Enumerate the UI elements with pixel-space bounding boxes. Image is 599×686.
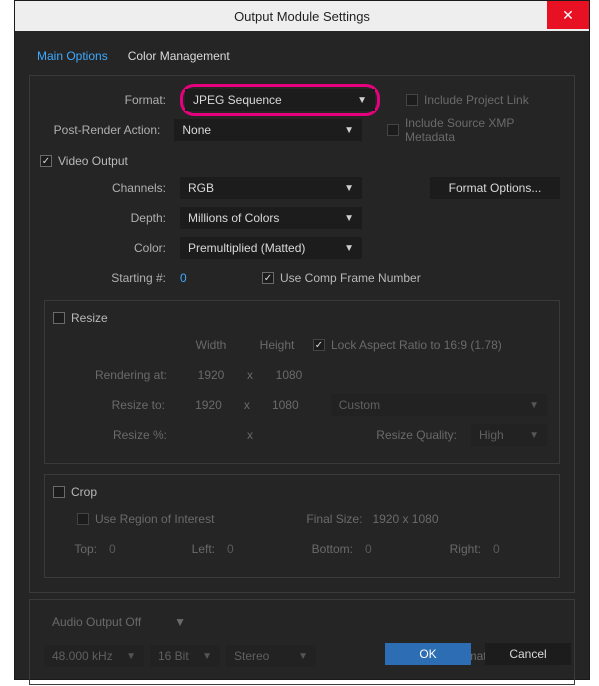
audio-rate-dropdown: 48.000 kHz ▼ [44, 645, 144, 667]
starting-number-label: Starting #: [44, 271, 174, 285]
starting-number-value[interactable]: 0 [180, 271, 220, 285]
crop-bottom-value: 0 [365, 542, 405, 556]
final-size-label: Final Size: [306, 512, 362, 526]
tab-bar: Main Options Color Management [15, 31, 589, 69]
resize-to-height: 1080 [256, 398, 315, 412]
chevron-down-icon: ▼ [344, 213, 354, 224]
tab-main-options[interactable]: Main Options [37, 49, 108, 69]
chevron-down-icon: ▼ [357, 95, 367, 106]
post-render-dropdown[interactable]: None ▼ [174, 119, 362, 141]
post-render-value: None [182, 123, 211, 137]
height-header: Height [247, 338, 307, 352]
close-icon: ✕ [562, 7, 574, 24]
resize-to-label: Resize to: [57, 398, 173, 412]
width-header: Width [181, 338, 241, 352]
crop-bottom-label: Bottom: [273, 542, 353, 556]
audio-channels-dropdown: Stereo ▼ [226, 645, 316, 667]
video-output-label: Video Output [58, 154, 128, 168]
audio-output-dropdown[interactable]: Audio Output Off ▼ [44, 611, 194, 633]
resize-custom-dropdown: Custom ▼ [331, 394, 547, 416]
color-label: Color: [44, 241, 174, 255]
ok-button[interactable]: OK [385, 643, 471, 665]
output-module-dialog: Output Module Settings ✕ Main Options Co… [14, 0, 590, 680]
resize-label: Resize [71, 311, 108, 325]
main-panel: Format: JPEG Sequence ▼ Include Project … [29, 75, 575, 593]
use-roi-label: Use Region of Interest [95, 512, 214, 526]
use-roi-checkbox [77, 513, 89, 525]
use-comp-frame-checkbox[interactable] [262, 272, 274, 284]
include-project-link-label: Include Project Link [424, 93, 529, 107]
depth-dropdown[interactable]: Millions of Colors ▼ [180, 207, 362, 229]
resize-pct-label: Resize %: [57, 428, 175, 442]
crop-left-label: Left: [155, 542, 215, 556]
audio-panel: Audio Output Off ▼ 48.000 kHz ▼ 16 Bit ▼… [29, 599, 575, 685]
channels-value: RGB [188, 181, 214, 195]
video-output-checkbox[interactable] [40, 155, 52, 167]
use-comp-frame-label: Use Comp Frame Number [280, 271, 421, 285]
crop-right-label: Right: [411, 542, 481, 556]
chevron-down-icon: ▼ [174, 615, 186, 629]
color-value: Premultiplied (Matted) [188, 241, 305, 255]
resize-quality-dropdown: High ▼ [471, 424, 547, 446]
format-label: Format: [44, 93, 174, 107]
chevron-down-icon: ▼ [202, 651, 212, 662]
include-xmp-checkbox [387, 124, 399, 136]
tab-color-management[interactable]: Color Management [128, 49, 230, 69]
crop-left-value: 0 [227, 542, 267, 556]
crop-top-label: Top: [57, 542, 97, 556]
chevron-down-icon: ▼ [298, 651, 308, 662]
format-dropdown[interactable]: JPEG Sequence ▼ [185, 89, 375, 111]
depth-value: Millions of Colors [188, 211, 279, 225]
chevron-down-icon: ▼ [126, 651, 136, 662]
rendering-at-height: 1080 [259, 368, 319, 382]
resize-group: Resize Width Height Lock Aspect Ratio to… [44, 300, 560, 464]
crop-top-value: 0 [109, 542, 149, 556]
chevron-down-icon: ▼ [529, 430, 539, 441]
include-project-link-checkbox [406, 94, 418, 106]
resize-checkbox[interactable] [53, 312, 65, 324]
crop-right-value: 0 [493, 542, 500, 556]
color-dropdown[interactable]: Premultiplied (Matted) ▼ [180, 237, 362, 259]
crop-checkbox[interactable] [53, 486, 65, 498]
final-size-value: 1920 x 1080 [372, 512, 438, 526]
post-render-label: Post-Render Action: [44, 123, 168, 137]
window-titlebar: Output Module Settings ✕ [15, 1, 589, 31]
lock-aspect-checkbox [313, 339, 325, 351]
chevron-down-icon: ▼ [529, 400, 539, 411]
close-button[interactable]: ✕ [547, 1, 589, 29]
format-value: JPEG Sequence [193, 93, 282, 107]
audio-bit-dropdown: 16 Bit ▼ [150, 645, 220, 667]
crop-group: Crop Use Region of Interest Final Size: … [44, 474, 560, 578]
window-title: Output Module Settings [234, 9, 370, 24]
channels-label: Channels: [44, 181, 174, 195]
cancel-button[interactable]: Cancel [485, 643, 571, 665]
resize-quality-label: Resize Quality: [376, 428, 457, 442]
channels-dropdown[interactable]: RGB ▼ [180, 177, 362, 199]
chevron-down-icon: ▼ [344, 243, 354, 254]
depth-label: Depth: [44, 211, 174, 225]
chevron-down-icon: ▼ [344, 125, 354, 136]
rendering-at-width: 1920 [181, 368, 241, 382]
crop-label: Crop [71, 485, 97, 499]
dialog-footer: OK Cancel [385, 643, 571, 665]
format-options-button[interactable]: Format Options... [430, 177, 560, 199]
lock-aspect-label: Lock Aspect Ratio to 16:9 (1.78) [331, 338, 502, 352]
include-xmp-label: Include Source XMP Metadata [405, 116, 560, 144]
rendering-at-label: Rendering at: [57, 368, 175, 382]
chevron-down-icon: ▼ [344, 183, 354, 194]
resize-to-width: 1920 [179, 398, 238, 412]
